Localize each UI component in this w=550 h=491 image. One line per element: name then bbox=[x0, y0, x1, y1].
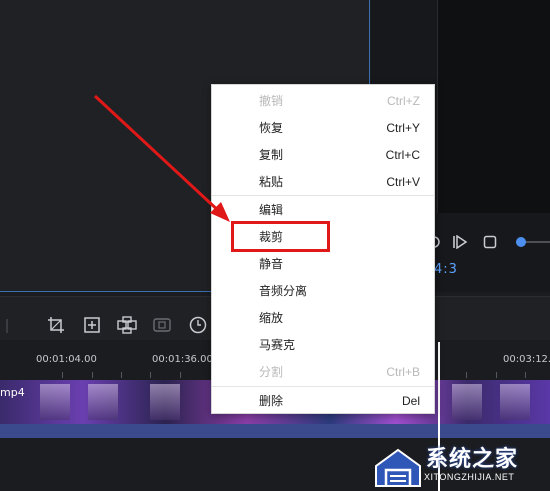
watermark-subtitle: XITONGZHIJIA.NET bbox=[424, 472, 515, 482]
watermark-title: 系统之家 bbox=[426, 447, 519, 472]
annotation-highlight-box bbox=[231, 221, 330, 252]
